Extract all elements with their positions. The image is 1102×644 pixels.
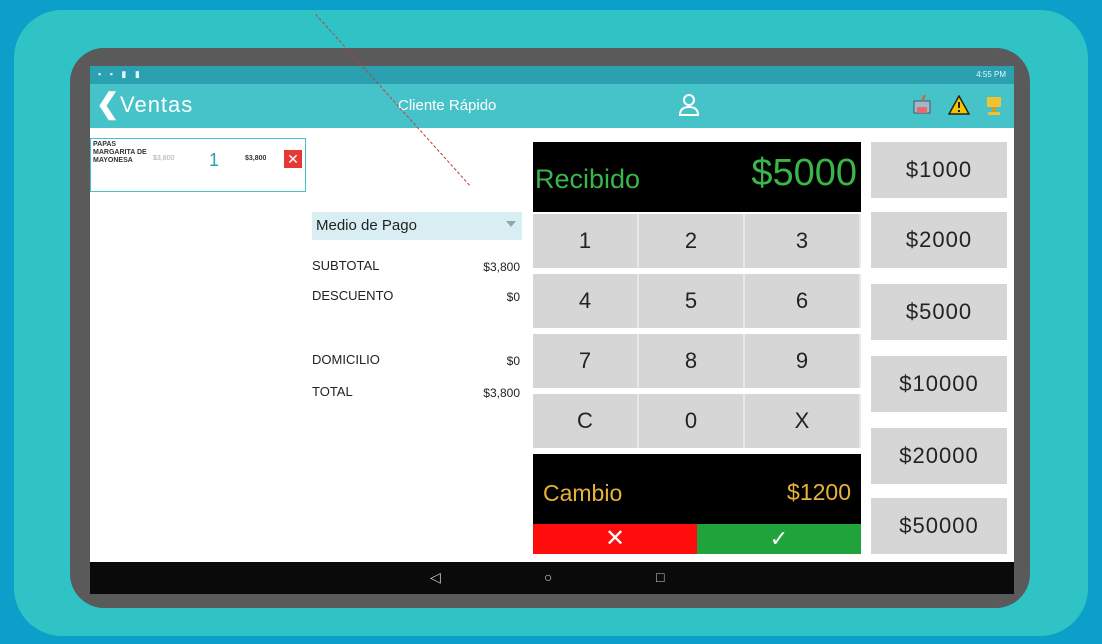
item-quantity[interactable]: 1: [209, 150, 219, 171]
total-value: $3,800: [483, 386, 520, 400]
payment-method-select[interactable]: Medio de Pago: [312, 212, 522, 240]
amount-button-2000[interactable]: $2000: [871, 212, 1007, 268]
cancel-button[interactable]: ✕: [533, 524, 697, 554]
amount-button-20000[interactable]: $20000: [871, 428, 1007, 484]
total-label: TOTAL: [312, 384, 353, 399]
tablet-screen: ▪ ▪ ▮ ▮ 4:55 PM ❮ Ventas Cliente Rápido …: [90, 66, 1014, 594]
amount-button-5000[interactable]: $5000: [871, 284, 1007, 340]
nav-recent-icon[interactable]: □: [656, 569, 664, 585]
key-5[interactable]: 5: [639, 274, 745, 328]
key-3[interactable]: 3: [745, 214, 861, 268]
item-price: $3,800: [153, 155, 175, 162]
change-value: $1200: [787, 479, 851, 505]
received-display: Recibido $5000: [533, 142, 861, 212]
app-bar: ❮ Ventas Cliente Rápido: [90, 84, 1014, 128]
discount-value: $0: [506, 290, 520, 304]
change-label: Cambio: [543, 480, 623, 506]
subtotal-label: SUBTOTAL: [312, 258, 380, 273]
page-title: Ventas: [120, 92, 194, 117]
back-icon[interactable]: ❮: [96, 89, 119, 119]
nav-back-icon[interactable]: ◁: [430, 569, 441, 586]
key-8[interactable]: 8: [639, 334, 745, 388]
amount-button-10000[interactable]: $10000: [871, 356, 1007, 412]
status-bar: ▪ ▪ ▮ ▮ 4:55 PM: [90, 66, 1014, 84]
nav-home-icon[interactable]: ○: [544, 569, 552, 585]
key-2[interactable]: 2: [639, 214, 745, 268]
delete-icon[interactable]: ✕: [284, 150, 302, 168]
amount-button-1000[interactable]: $1000: [871, 142, 1007, 198]
item-total: $3,800: [245, 155, 267, 162]
key-clear[interactable]: C: [533, 394, 639, 448]
printer-icon[interactable]: [911, 93, 933, 122]
toolbar-icons: [901, 93, 1004, 122]
client-name[interactable]: Cliente Rápido: [398, 97, 496, 114]
delivery-value: $0: [506, 354, 520, 368]
status-icons: ▪ ▪ ▮ ▮: [98, 69, 143, 79]
user-icon[interactable]: [678, 92, 700, 118]
key-1[interactable]: 1: [533, 214, 639, 268]
change-display: Cambio $1200: [533, 454, 861, 524]
cart-item[interactable]: PAPAS MARGARITA DE MAYONESA $3,800 1 $3,…: [90, 138, 306, 192]
subtotal-value: $3,800: [483, 260, 520, 274]
status-time: 4:55 PM: [976, 70, 1006, 79]
trophy-icon[interactable]: [984, 94, 1004, 121]
payment-method-label: Medio de Pago: [316, 217, 417, 234]
key-4[interactable]: 4: [533, 274, 639, 328]
received-value: $5000: [751, 152, 857, 194]
key-0[interactable]: 0: [639, 394, 745, 448]
key-9[interactable]: 9: [745, 334, 861, 388]
key-backspace[interactable]: X: [745, 394, 861, 448]
item-name: PAPAS MARGARITA DE MAYONESA: [93, 141, 147, 164]
warning-icon[interactable]: [947, 94, 970, 120]
discount-label: DESCUENTO: [312, 288, 394, 303]
received-label: Recibido: [535, 164, 641, 194]
android-nav-bar: ◁ ○ □: [90, 562, 1014, 594]
key-7[interactable]: 7: [533, 334, 639, 388]
key-6[interactable]: 6: [745, 274, 861, 328]
delivery-label: DOMICILIO: [312, 352, 380, 367]
amount-button-50000[interactable]: $50000: [871, 498, 1007, 554]
confirm-button[interactable]: ✓: [697, 524, 861, 554]
chevron-down-icon: [506, 221, 516, 227]
